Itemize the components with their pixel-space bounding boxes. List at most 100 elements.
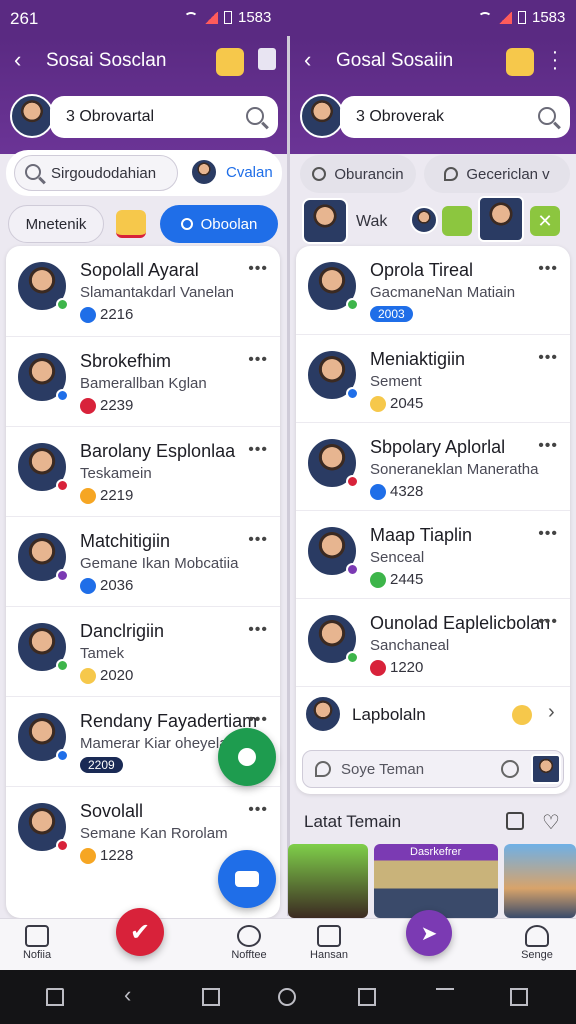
heart-icon[interactable]: ♡ [542, 810, 560, 835]
chat-icon [444, 167, 459, 181]
tab-outline[interactable]: Mnetenik [8, 205, 104, 243]
signal-icon [204, 11, 218, 24]
left-search-bar[interactable]: 3 Obrovartal [50, 96, 278, 138]
tab-calendar[interactable]: Hansan [306, 925, 352, 961]
more-options-icon[interactable]: ••• [248, 621, 268, 639]
chip-2[interactable]: Gecericlan v [424, 155, 570, 193]
list-item[interactable]: Barolany Esplonlaa Teskamein 2219 ••• [6, 426, 280, 516]
list-item[interactable]: Matchitigiin Gemane Ikan Mobcatiia 2036 ••• [6, 516, 280, 606]
thumbnail[interactable]: Dasrkefrer [374, 844, 498, 918]
list-item[interactable]: Sbrokefhim Bamerallban Kglan 2239 ••• [6, 336, 280, 426]
chip-1[interactable]: Oburancin [300, 155, 416, 193]
more-options-icon[interactable]: ••• [248, 441, 268, 459]
search-icon[interactable] [538, 107, 556, 125]
chat-button[interactable] [218, 850, 276, 908]
list-item[interactable]: Meniaktigiin Sement 2045 ••• [296, 334, 570, 422]
sparkle-icon[interactable]: ✕ [530, 206, 560, 236]
notification-icon[interactable] [258, 48, 276, 70]
status-badge [346, 475, 359, 488]
circle-icon[interactable] [278, 988, 296, 1006]
smile-icon [370, 395, 386, 412]
right-search-bar[interactable]: 3 Obroverak [340, 96, 570, 138]
camera-icon[interactable] [501, 760, 519, 778]
tab-notifications[interactable]: Nofftee [226, 925, 272, 961]
status-badge [346, 563, 359, 576]
contact-subtitle: Slamantakdarl Vanelan [80, 284, 234, 301]
list-item[interactable]: Ounolad Eaplelicbolan Sanchaneal 1220 ••• [296, 598, 570, 686]
more-options-icon[interactable]: ••• [248, 531, 268, 549]
home-icon[interactable] [46, 988, 64, 1006]
story-avatar[interactable] [302, 198, 348, 244]
more-options-icon[interactable]: ••• [538, 349, 558, 367]
more-options-icon[interactable]: ••• [538, 525, 558, 543]
tab-home[interactable]: Nofiia [14, 925, 60, 961]
count-value: 2036 [100, 577, 134, 594]
search-icon[interactable] [246, 107, 264, 125]
add-contact-button[interactable] [218, 728, 276, 786]
system-nav-bar: ‹ [0, 970, 576, 1024]
profile-avatar[interactable] [10, 94, 54, 138]
back-icon[interactable]: ‹ [124, 982, 131, 1008]
filter-input[interactable]: Sirgoudodahian [14, 155, 178, 191]
status-badge [346, 298, 359, 311]
contact-count: 2445 [370, 571, 423, 588]
tab-active[interactable]: Oboolan [160, 205, 278, 243]
count-value: 2045 [390, 395, 424, 412]
square-icon[interactable] [358, 988, 376, 1006]
list-item[interactable]: Sbpolary Aplorlal Soneraneklan Maneratha 4… [296, 422, 570, 510]
right-app-title: Gosal Sosaiin [336, 50, 454, 71]
count-value: 4328 [390, 483, 424, 500]
square-icon[interactable] [510, 988, 528, 1006]
thumbnail[interactable] [288, 844, 368, 918]
compose-button[interactable]: ➤ [406, 910, 452, 956]
sticker-icon[interactable] [216, 48, 244, 76]
battery-icon [224, 11, 232, 24]
sticker-icon[interactable] [442, 206, 472, 236]
contact-name: Sbrokefhim [80, 351, 172, 371]
list-item[interactable]: Oprola Tireal GacmaneNan Matiain 2003 ••• [296, 246, 570, 334]
sticker-tab-icon[interactable] [116, 210, 146, 238]
more-options-icon[interactable]: ••• [248, 351, 268, 369]
person-icon [238, 748, 256, 766]
contact-name: Rendany Fayadertiam [80, 711, 258, 731]
contact-count: 1220 [370, 659, 423, 676]
back-arrow-icon[interactable]: ‹ [14, 49, 21, 71]
tab-profile[interactable]: Senge [514, 925, 560, 961]
more-options-icon[interactable]: ••• [538, 260, 558, 278]
sticker-icon[interactable] [506, 48, 534, 76]
blue-icon [80, 577, 96, 594]
square-icon[interactable] [202, 988, 220, 1006]
chevron-right-icon[interactable]: › [548, 701, 555, 724]
more-options-icon[interactable]: ••• [538, 613, 558, 631]
like-button[interactable]: ✔ [116, 908, 164, 956]
list-item[interactable]: Lapbolaln › [296, 686, 570, 740]
save-icon[interactable] [506, 812, 524, 830]
bottom-tab-bar: Nofiia Nofftee Hansan Senge [0, 918, 576, 970]
story-avatar[interactable] [478, 196, 524, 242]
back-arrow-icon[interactable]: ‹ [304, 49, 311, 71]
filter-chip[interactable]: Cvalan [226, 164, 273, 181]
search-text: 3 Obrovartal [66, 108, 155, 125]
right-list-card: Lapbolaln › Soye Teman Oprola Tireal Gacm… [296, 246, 570, 794]
list-item[interactable]: Maap Tiaplin Senceal 2445 ••• [296, 510, 570, 598]
status-bar: 261 1583 1583 [0, 0, 576, 36]
status-badge [346, 651, 359, 664]
contact-count: 2003 [370, 306, 413, 322]
more-vert-icon[interactable]: · · · [550, 42, 560, 78]
more-options-icon[interactable]: ••• [248, 801, 268, 819]
more-options-icon[interactable]: ••• [248, 711, 268, 729]
status-time-left: 1583 [238, 9, 272, 26]
story-avatar[interactable] [410, 206, 438, 234]
send-icon: ➤ [420, 922, 438, 945]
compose-field[interactable]: Soye Teman [302, 750, 564, 788]
laugh-icon [80, 487, 96, 504]
triangle-icon[interactable] [436, 988, 454, 1006]
list-item[interactable]: Danclrigiin Tamek 2020 ••• [6, 606, 280, 696]
contact-name: Matchitigiin [80, 531, 171, 551]
profile-avatar[interactable] [300, 94, 344, 138]
status-badge [56, 839, 69, 852]
more-options-icon[interactable]: ••• [248, 260, 268, 278]
more-options-icon[interactable]: ••• [538, 437, 558, 455]
list-item[interactable]: Sopolall Ayaral Slamantakdarl Vanelan 2216… [6, 246, 280, 336]
thumbnail[interactable] [504, 844, 576, 918]
